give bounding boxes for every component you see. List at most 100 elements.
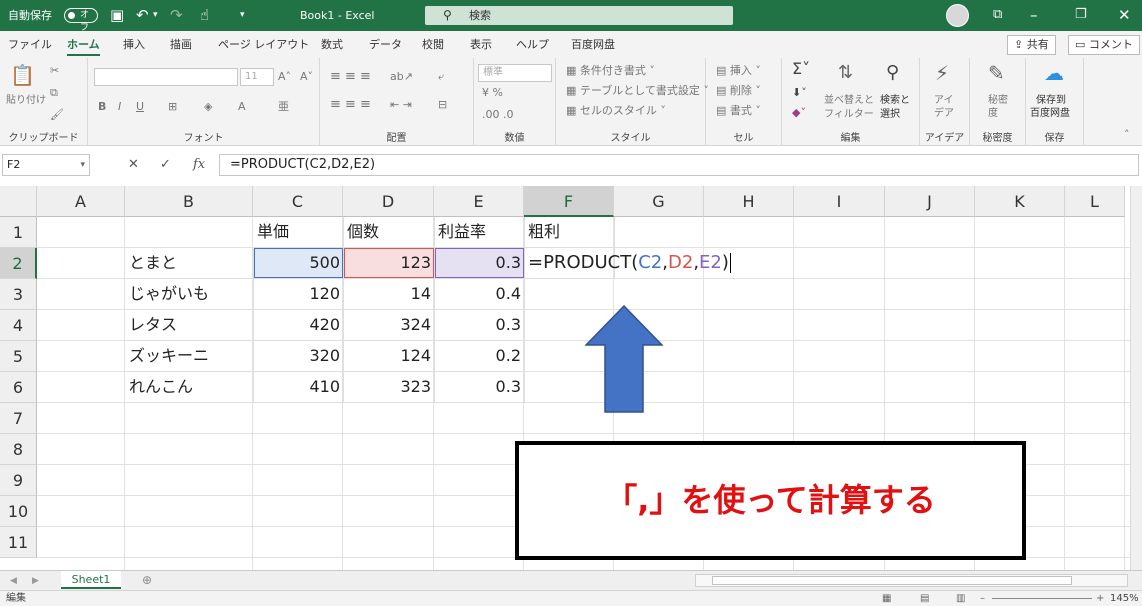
- wrap-text-icon[interactable]: ⤶: [438, 70, 444, 84]
- tab-review[interactable]: 校閲: [422, 31, 444, 58]
- autosum-icon[interactable]: Σ˅: [792, 61, 810, 77]
- cell-f1[interactable]: 粗利: [525, 217, 615, 248]
- share-button[interactable]: ⇪ 共有: [1007, 35, 1056, 55]
- format-cells-button[interactable]: ▤ 書式 ˅: [716, 104, 761, 118]
- copy-icon[interactable]: ⧉: [50, 86, 58, 100]
- cell-e6[interactable]: 0.3: [435, 372, 525, 403]
- cell-d2[interactable]: 123: [344, 248, 435, 279]
- add-sheet-icon[interactable]: ⊕: [142, 573, 152, 587]
- page-break-view-icon[interactable]: ▥: [956, 591, 965, 606]
- col-header-c[interactable]: C: [253, 186, 343, 217]
- tab-baidu[interactable]: 百度网盘: [571, 31, 615, 58]
- underline-icon[interactable]: U: [136, 100, 144, 114]
- cell-e4[interactable]: 0.3: [435, 310, 525, 341]
- page-layout-view-icon[interactable]: ▤: [920, 591, 929, 606]
- save-to-label[interactable]: 保存到: [1036, 94, 1066, 108]
- col-header-h[interactable]: H: [704, 186, 794, 217]
- cell-c5[interactable]: 320: [254, 341, 344, 372]
- row-header-6[interactable]: 6: [0, 372, 37, 403]
- align-left-icon[interactable]: ≡ ≡ ≡: [330, 98, 371, 112]
- col-header-i[interactable]: I: [794, 186, 885, 217]
- italic-icon[interactable]: I: [118, 100, 121, 114]
- row-header-4[interactable]: 4: [0, 310, 37, 341]
- normal-view-icon[interactable]: ▦: [882, 591, 891, 606]
- fill-color-icon[interactable]: ◈: [204, 100, 212, 114]
- sheet-tab-sheet1[interactable]: Sheet1: [61, 571, 121, 589]
- cell-styles-button[interactable]: ▦ セルのスタイル ˅: [566, 104, 666, 118]
- ribbon-display-icon[interactable]: ⧉: [993, 6, 1002, 24]
- tab-formulas[interactable]: 数式: [321, 31, 343, 58]
- cell-e5[interactable]: 0.2: [435, 341, 525, 372]
- insert-function-icon[interactable]: fx: [193, 154, 205, 176]
- col-header-a[interactable]: A: [37, 186, 125, 217]
- align-top-icon[interactable]: ≡ ≡ ≡: [330, 70, 371, 84]
- orientation-icon[interactable]: ab↗: [390, 70, 413, 84]
- tab-view[interactable]: 表示: [470, 31, 492, 58]
- cell-b6[interactable]: れんこん: [126, 372, 254, 403]
- cell-b2[interactable]: とまと: [126, 248, 254, 279]
- cell-c1[interactable]: 単価: [254, 217, 344, 248]
- cell-c3[interactable]: 120: [254, 279, 344, 310]
- cell-e1[interactable]: 利益率: [435, 217, 525, 248]
- decimal-icon[interactable]: .00 .0: [482, 108, 514, 122]
- cell-c4[interactable]: 420: [254, 310, 344, 341]
- minimize-icon[interactable]: –: [1030, 6, 1038, 24]
- ideas-icon[interactable]: ⚡: [935, 62, 949, 84]
- sensitivity-icon[interactable]: ✎: [988, 62, 1005, 84]
- restore-icon[interactable]: ❐: [1075, 6, 1087, 24]
- vertical-scrollbar[interactable]: [1130, 186, 1142, 570]
- format-as-table-button[interactable]: ▦ テーブルとして書式設定 ˅: [566, 84, 709, 98]
- close-icon[interactable]: ✕: [1118, 6, 1131, 24]
- sensitivity-button-label[interactable]: 秘密 度: [988, 94, 1008, 120]
- collapse-ribbon-icon[interactable]: ˄: [1124, 128, 1130, 142]
- col-header-d[interactable]: D: [343, 186, 434, 217]
- col-header-k[interactable]: K: [975, 186, 1065, 217]
- zoom-level[interactable]: 145%: [1110, 591, 1139, 606]
- col-header-b[interactable]: B: [125, 186, 253, 217]
- find-select-icon[interactable]: ⚲: [886, 62, 899, 84]
- indent-icon[interactable]: ⇤ ⇥: [390, 98, 412, 112]
- tab-draw[interactable]: 描画: [170, 31, 192, 58]
- cell-f2-editing[interactable]: =PRODUCT(C2,D2,E2): [525, 248, 731, 279]
- border-icon[interactable]: ⊞: [168, 100, 177, 114]
- fill-icon[interactable]: ⬇˅: [792, 86, 807, 100]
- undo-dropdown-icon[interactable]: ▾: [153, 6, 158, 24]
- font-grow-icon[interactable]: A˄: [278, 70, 291, 84]
- cell-c2[interactable]: 500: [254, 248, 344, 279]
- filter-label[interactable]: フィルター: [824, 108, 874, 122]
- cell-b3[interactable]: じゃがいも: [126, 279, 254, 310]
- font-color-icon[interactable]: A: [238, 100, 246, 114]
- select-label[interactable]: 選択: [880, 108, 900, 122]
- cell-b4[interactable]: レタス: [126, 310, 254, 341]
- cell-e3[interactable]: 0.4: [435, 279, 525, 310]
- row-header-5[interactable]: 5: [0, 341, 37, 372]
- currency-icon[interactable]: ¥ %: [482, 86, 503, 100]
- cell-d6[interactable]: 323: [344, 372, 435, 403]
- col-header-f[interactable]: F: [524, 186, 614, 217]
- row-header-11[interactable]: 11: [0, 527, 37, 558]
- cell-b5[interactable]: ズッキーニ: [126, 341, 254, 372]
- bold-icon[interactable]: B: [98, 100, 106, 114]
- zoom-slider[interactable]: [992, 598, 1092, 599]
- number-format-select[interactable]: 標準: [478, 64, 552, 82]
- autosave-toggle[interactable]: オフ: [64, 8, 98, 33]
- ideas-button-label[interactable]: アイ デア: [934, 94, 954, 120]
- delete-cells-button[interactable]: ▤ 削除 ˅: [716, 84, 761, 98]
- font-size-select[interactable]: 11: [240, 68, 274, 86]
- clear-icon[interactable]: ◆˅: [792, 106, 806, 120]
- row-header-1[interactable]: 1: [0, 217, 37, 248]
- name-box[interactable]: F2 ▾: [2, 154, 90, 176]
- enter-icon[interactable]: ✓: [160, 154, 171, 176]
- col-header-g[interactable]: G: [614, 186, 704, 217]
- touch-mode-icon[interactable]: ☝: [200, 6, 209, 24]
- row-header-9[interactable]: 9: [0, 465, 37, 496]
- save-icon[interactable]: ▣: [110, 6, 124, 24]
- conditional-format-button[interactable]: ▦ 条件付き書式 ˅: [566, 64, 655, 78]
- horizontal-scrollbar[interactable]: [695, 574, 1128, 587]
- cell-e2[interactable]: 0.3: [435, 248, 525, 279]
- tab-data[interactable]: データ: [369, 31, 402, 58]
- select-all-corner[interactable]: [0, 186, 37, 217]
- horizontal-scroll-thumb[interactable]: [712, 576, 1072, 585]
- cell-d5[interactable]: 124: [344, 341, 435, 372]
- col-header-l[interactable]: L: [1065, 186, 1125, 217]
